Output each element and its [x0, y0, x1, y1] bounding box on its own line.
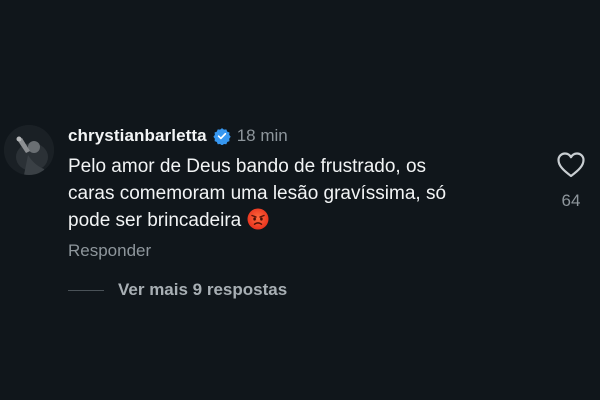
avatar[interactable] [4, 125, 54, 175]
comment-timestamp: 18 min [236, 126, 288, 145]
verified-badge-icon [213, 127, 231, 146]
heart-outline-icon[interactable] [557, 152, 585, 178]
comment-text-line: caras comemoram uma lesão gravíssima, só [68, 183, 447, 204]
replies-divider [68, 289, 104, 291]
comment-text-line-last: pode ser brincadeira [68, 207, 528, 234]
like-count: 64 [561, 191, 581, 210]
reply-button[interactable]: Responder [68, 241, 151, 261]
avatar-image [4, 125, 54, 175]
comment-text-line: pode ser brincadeira [68, 210, 242, 231]
username[interactable]: chrystianbarletta [68, 126, 207, 146]
view-more-replies-label: Ver mais 9 respostas [118, 280, 288, 299]
view-more-replies-button[interactable]: Ver mais 9 respostas [68, 279, 287, 301]
comment-text: Pelo amor de Deus bando de frustrado, os… [68, 153, 528, 234]
like-section: 64 [552, 152, 590, 211]
comment-item: chrystianbarletta 18 min Pelo amor de De… [0, 0, 600, 400]
comment-header: chrystianbarletta 18 min [68, 125, 288, 147]
comment-text-line: Pelo amor de Deus bando de frustrado, os [68, 156, 427, 177]
angry-face-icon [247, 208, 269, 230]
